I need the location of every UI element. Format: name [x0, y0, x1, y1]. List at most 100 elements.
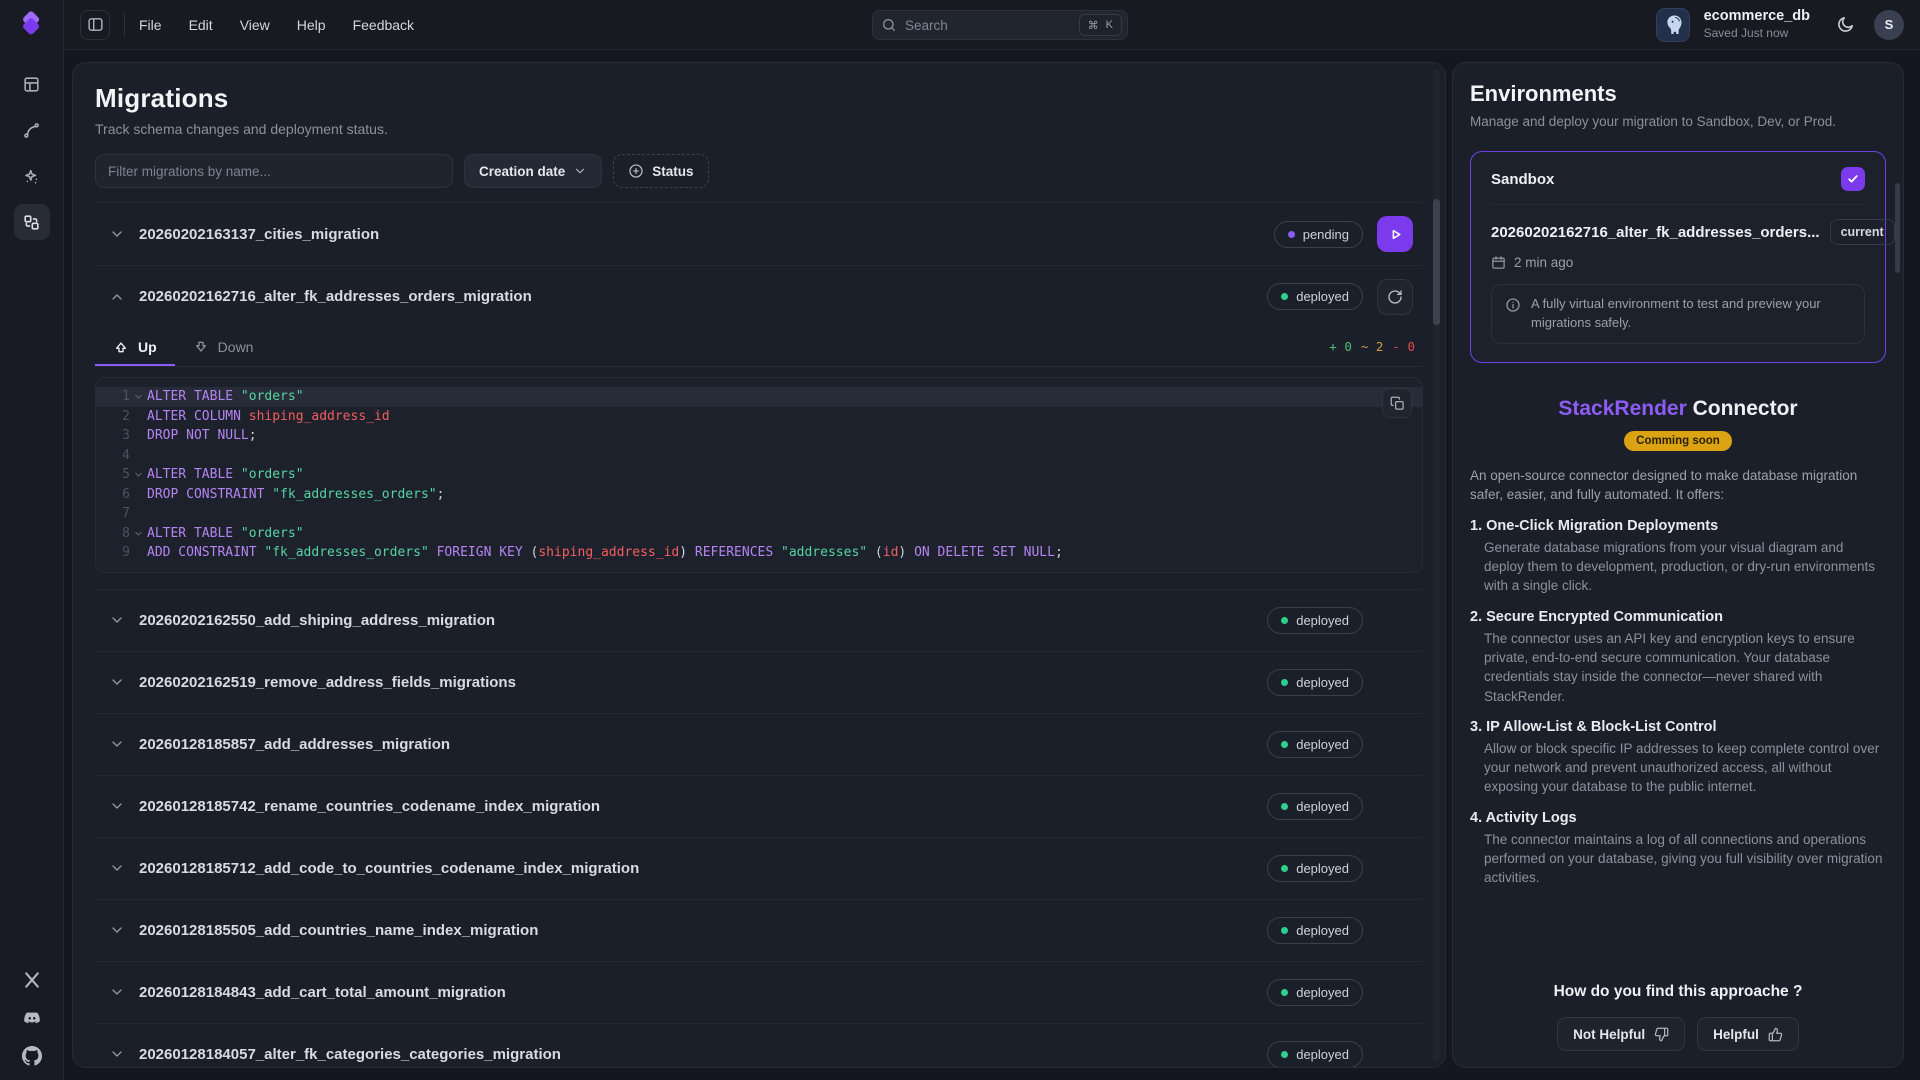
moon-icon: [1836, 15, 1855, 34]
menu-item-feedback[interactable]: Feedback: [353, 17, 414, 33]
migration-name: 20260202162550_add_shiping_address_migra…: [139, 612, 495, 629]
fold-chevron-icon[interactable]: [134, 470, 143, 479]
sandbox-time: 2 min ago: [1514, 255, 1573, 270]
left-sidebar: [0, 0, 64, 1080]
migration-row[interactable]: 20260128185857_add_addresses_migrationde…: [95, 713, 1423, 775]
row-action-slot: [1377, 279, 1417, 315]
connector-section-heading: 2. Secure Encrypted Communication: [1470, 609, 1886, 625]
x-icon[interactable]: [22, 970, 42, 990]
sandbox-checkbox[interactable]: [1841, 167, 1865, 191]
thumbs-up-icon: [1768, 1027, 1783, 1042]
deploy-button[interactable]: [1377, 216, 1413, 252]
menu-item-view[interactable]: View: [240, 17, 270, 33]
play-icon: [1387, 226, 1404, 243]
diff-modified: ~ 2: [1361, 339, 1384, 354]
status-filter-label: Status: [652, 164, 693, 179]
not-helpful-label: Not Helpful: [1573, 1027, 1645, 1042]
menu-bar: File Edit View Help Feedback: [139, 17, 414, 33]
sidebar-item-tables[interactable]: [14, 66, 50, 102]
github-icon[interactable]: [22, 1046, 42, 1066]
menu-item-edit[interactable]: Edit: [189, 17, 213, 33]
chevron-down-icon[interactable]: [109, 736, 125, 752]
migrations-panel: Migrations Track schema changes and depl…: [72, 62, 1446, 1068]
search-icon: [881, 17, 897, 33]
stackrender-logo[interactable]: [14, 8, 50, 44]
copy-button[interactable]: [1382, 388, 1412, 418]
status-label: deployed: [1296, 799, 1349, 814]
sort-dropdown[interactable]: Creation date: [464, 154, 602, 188]
line-number: 9: [96, 543, 130, 563]
chevron-down-icon[interactable]: [109, 1046, 125, 1062]
sidebar-item-relations[interactable]: [14, 112, 50, 148]
connector-section-heading: 1. One-Click Migration Deployments: [1470, 518, 1886, 534]
postgresql-icon: [1656, 8, 1690, 42]
plus-circle-icon: [628, 163, 644, 179]
database-meta: ecommerce_db Saved Just now: [1704, 8, 1810, 40]
migration-name: 20260128184843_add_cart_total_amount_mig…: [139, 984, 506, 1001]
status-label: deployed: [1296, 985, 1349, 1000]
status-filter-button[interactable]: Status: [613, 154, 708, 188]
status-label: deployed: [1296, 675, 1349, 690]
diff-added: + 0: [1329, 339, 1352, 354]
migration-row[interactable]: 20260202162716_alter_fk_addresses_orders…: [95, 265, 1423, 327]
chevron-down-icon[interactable]: [109, 612, 125, 628]
sidebar-item-ai[interactable]: [14, 158, 50, 194]
sandbox-note: A fully virtual environment to test and …: [1491, 284, 1865, 344]
status-label: deployed: [1296, 923, 1349, 938]
migration-name: 20260202163137_cities_migration: [139, 226, 379, 243]
info-icon: [1505, 297, 1521, 313]
fold-chevron-icon[interactable]: [134, 392, 143, 401]
migration-row[interactable]: 20260128185505_add_countries_name_index_…: [95, 899, 1423, 961]
row-action-slot: [1377, 974, 1417, 1010]
migration-row[interactable]: 20260128185712_add_code_to_countries_cod…: [95, 837, 1423, 899]
filter-input[interactable]: [95, 154, 453, 188]
sidebar-toggle-button[interactable]: [80, 10, 110, 40]
main-scrollbar-thumb[interactable]: [1433, 199, 1440, 325]
chevron-down-icon[interactable]: [109, 674, 125, 690]
redeploy-button[interactable]: [1377, 279, 1413, 315]
connector-title: StackRender Connector: [1470, 397, 1886, 421]
menu-item-help[interactable]: Help: [297, 17, 326, 33]
right-scrollbar-thumb[interactable]: [1895, 183, 1900, 273]
sidebar-item-migrations[interactable]: [14, 204, 50, 240]
line-number: 3: [96, 426, 130, 446]
chevron-down-icon[interactable]: [109, 922, 125, 938]
helpful-label: Helpful: [1713, 1027, 1759, 1042]
user-avatar[interactable]: S: [1874, 10, 1904, 40]
topbar-right: ecommerce_db Saved Just now S: [1656, 8, 1904, 42]
row-action-slot: [1377, 1036, 1417, 1068]
connector-section-heading: 4. Activity Logs: [1470, 810, 1886, 826]
connector-section-body: The connector maintains a log of all con…: [1470, 830, 1886, 888]
migration-row[interactable]: 20260128184057_alter_fk_categories_categ…: [95, 1023, 1423, 1069]
helpful-button[interactable]: Helpful: [1697, 1017, 1799, 1051]
not-helpful-button[interactable]: Not Helpful: [1557, 1017, 1685, 1051]
migration-row[interactable]: 20260128185742_rename_countries_codename…: [95, 775, 1423, 837]
migration-name: 20260128185505_add_countries_name_index_…: [139, 922, 538, 939]
chevron-down-icon[interactable]: [109, 860, 125, 876]
chevron-down-icon[interactable]: [109, 798, 125, 814]
chevron-down-icon[interactable]: [109, 984, 125, 1000]
theme-toggle-button[interactable]: [1830, 10, 1860, 40]
save-status: Saved Just now: [1704, 27, 1810, 41]
arrow-down-icon: [193, 339, 209, 355]
main-scrollbar-track: [1433, 69, 1440, 1061]
tab-up[interactable]: Up: [95, 327, 175, 366]
chevron-down-icon[interactable]: [109, 226, 125, 242]
connector-section-body: Generate database migrations from your v…: [1470, 538, 1886, 596]
fold-chevron-icon[interactable]: [134, 529, 143, 538]
tab-down[interactable]: Down: [175, 327, 272, 366]
feedback-question: How do you find this approache ?: [1470, 983, 1886, 1001]
migration-name: 20260128185857_add_addresses_migration: [139, 736, 450, 753]
line-number: 1: [96, 387, 130, 407]
migration-row[interactable]: 20260202162519_remove_address_fields_mig…: [95, 651, 1423, 713]
migration-row[interactable]: 20260202163137_cities_migrationpending: [95, 203, 1423, 265]
chevron-up-icon[interactable]: [109, 289, 125, 305]
discord-icon[interactable]: [22, 1008, 42, 1028]
sandbox-title: Sandbox: [1491, 171, 1554, 188]
chevron-down-icon: [573, 164, 587, 178]
migration-row[interactable]: 20260128184843_add_cart_total_amount_mig…: [95, 961, 1423, 1023]
status-badge: deployed: [1267, 1041, 1363, 1068]
migration-row[interactable]: 20260202162550_add_shiping_address_migra…: [95, 589, 1423, 651]
row-action-slot: [1377, 216, 1417, 252]
menu-item-file[interactable]: File: [139, 17, 162, 33]
